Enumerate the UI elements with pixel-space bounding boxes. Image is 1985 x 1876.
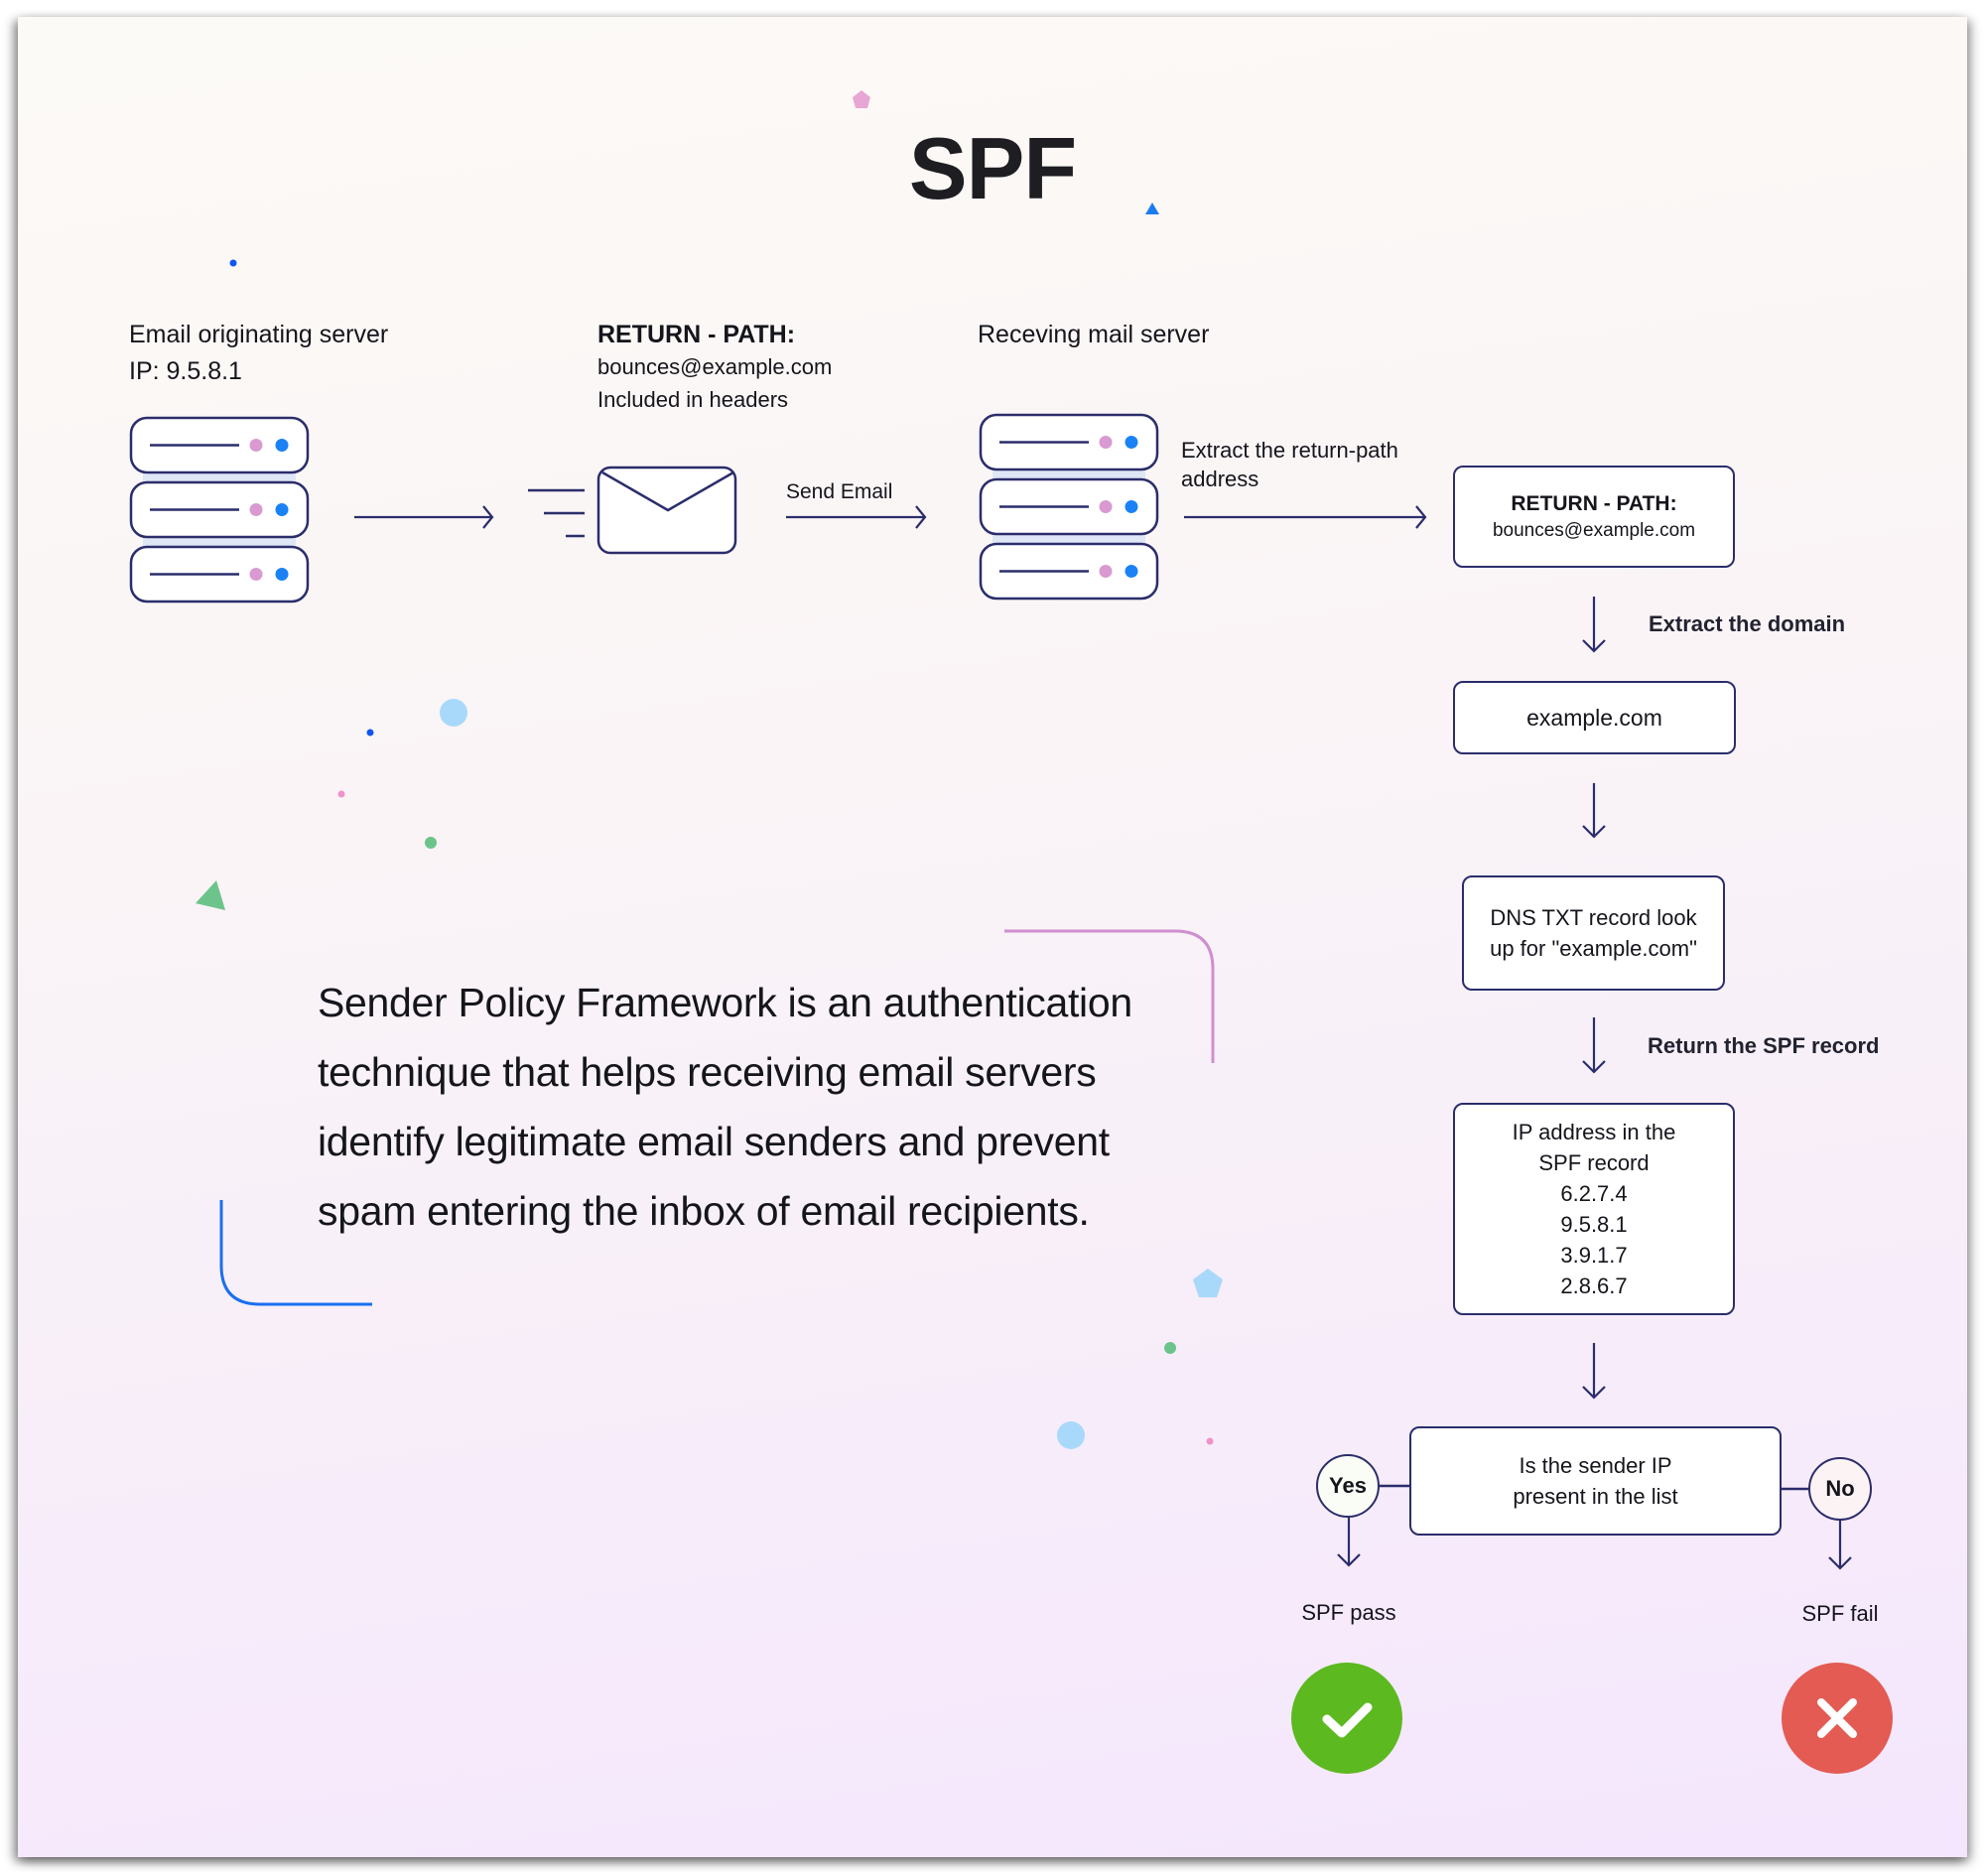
envelope-icon xyxy=(528,466,737,555)
extract-return-path-label-2: address xyxy=(1181,467,1259,491)
server-stack-icon xyxy=(979,413,1159,601)
decor-circle-lightblue xyxy=(440,699,467,727)
description-line: identify legitimate email senders and pr… xyxy=(318,1119,1110,1164)
return-path-box-heading: RETURN - PATH: xyxy=(1511,491,1677,515)
return-path-address: bounces@example.com xyxy=(597,354,833,379)
decor-dot-blue xyxy=(229,259,237,267)
spf-fail-label: SPF fail xyxy=(1801,1601,1879,1626)
return-spf-label: Return the SPF record xyxy=(1648,1033,1880,1058)
decision-line1: Is the sender IP xyxy=(1519,1453,1672,1478)
dns-lookup-box: DNS TXT record look up for "example.com" xyxy=(1462,875,1725,991)
spf-record-ip: 3.9.1.7 xyxy=(1560,1243,1628,1268)
x-icon xyxy=(1817,1698,1857,1738)
spf-fail-badge xyxy=(1782,1663,1893,1774)
dns-lookup-line2: up for "example.com" xyxy=(1490,936,1697,961)
receiving-server-heading: Receving mail server xyxy=(978,321,1210,348)
description-line: Sender Policy Framework is an authentica… xyxy=(318,980,1132,1025)
return-path-heading: RETURN - PATH: xyxy=(597,321,796,348)
description-paragraph: Sender Policy Framework is an authentica… xyxy=(318,968,1211,1246)
decor-dot-pink xyxy=(337,790,345,798)
arrow-down xyxy=(1582,597,1606,653)
decor-triangle-green xyxy=(196,880,225,910)
server-stack-icon xyxy=(129,416,310,603)
spf-record-box: IP address in the SPF record 6.2.7.4 9.5… xyxy=(1453,1103,1735,1315)
arrow-right xyxy=(786,505,927,529)
spf-record-ip: 2.8.6.7 xyxy=(1560,1273,1628,1298)
spf-record-ip: 9.5.8.1 xyxy=(1560,1212,1628,1237)
yes-label: Yes xyxy=(1329,1473,1367,1498)
spf-pass-label: SPF pass xyxy=(1301,1600,1396,1625)
spf-pass-badge xyxy=(1291,1663,1402,1774)
no-node: No xyxy=(1808,1457,1872,1521)
dns-lookup-line1: DNS TXT record look xyxy=(1490,905,1697,930)
origin-server-ip: IP: 9.5.8.1 xyxy=(129,357,242,385)
decor-circle-lightblue xyxy=(1057,1421,1085,1449)
decor-pentagon-pink xyxy=(853,90,870,108)
description-line: spam entering the inbox of email recipie… xyxy=(318,1188,1090,1234)
checkmark-icon xyxy=(1322,1702,1373,1738)
decor-dot-pink xyxy=(1206,1437,1214,1445)
decor-pentagon-lightblue xyxy=(1193,1269,1223,1297)
spf-record-line2: SPF record xyxy=(1538,1150,1650,1175)
arrow-down xyxy=(1582,783,1606,839)
return-path-box-address: bounces@example.com xyxy=(1492,519,1696,541)
return-path-box: RETURN - PATH: bounces@example.com xyxy=(1453,466,1735,568)
send-email-label: Send Email xyxy=(786,480,893,503)
arrow-right xyxy=(1184,505,1427,529)
arrow-down xyxy=(1582,1017,1606,1074)
origin-server-heading: Email originating server xyxy=(129,321,389,348)
arrow-down xyxy=(1582,1343,1606,1400)
domain-box-text: example.com xyxy=(1526,704,1662,731)
extract-return-path-label: Extract the return-path xyxy=(1181,438,1398,463)
arrow-down xyxy=(1828,1521,1852,1570)
decision-box: Is the sender IP present in the list xyxy=(1409,1426,1782,1536)
spf-record-ip: 6.2.7.4 xyxy=(1560,1181,1628,1206)
page-title: SPF xyxy=(908,119,1077,217)
decor-dot-green xyxy=(425,837,437,849)
description-line: technique that helps receiving email ser… xyxy=(318,1049,1097,1095)
arrow-right xyxy=(354,505,494,529)
spf-record-line1: IP address in the xyxy=(1512,1120,1676,1144)
decor-dot-blue xyxy=(366,729,374,737)
no-label: No xyxy=(1825,1476,1855,1501)
yes-node: Yes xyxy=(1316,1454,1380,1518)
arrow-down xyxy=(1337,1518,1361,1567)
decor-dot-green xyxy=(1164,1342,1176,1354)
domain-box: example.com xyxy=(1453,681,1736,754)
return-path-note: Included in headers xyxy=(597,387,789,412)
extract-domain-label: Extract the domain xyxy=(1649,611,1846,636)
decision-line2: present in the list xyxy=(1513,1484,1678,1509)
